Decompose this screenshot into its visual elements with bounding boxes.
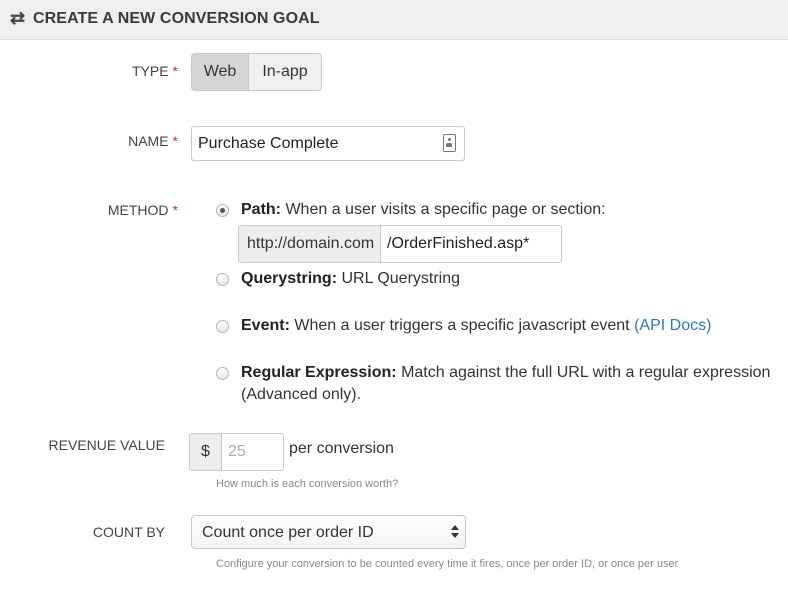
page-header: ⇄ CREATE A NEW CONVERSION GOAL [0,0,788,40]
name-input[interactable]: Purchase Complete [191,126,465,161]
count-by-help-text: Configure your conversion to be counted … [216,558,679,570]
name-input-value: Purchase Complete [198,135,339,152]
currency-addon: $ [189,433,222,471]
method-regex-description-line2: (Advanced only). [241,386,362,403]
swap-arrows-icon: ⇄ [10,8,26,28]
type-web-button[interactable]: Web [192,54,249,90]
revenue-input[interactable]: 25 [222,433,284,471]
type-label-text: TYPE [131,63,169,79]
type-label: TYPE * [132,63,178,79]
revenue-help-text: How much is each conversion worth? [216,478,399,490]
conversion-goal-form-page: ⇄ CREATE A NEW CONVERSION GOAL TYPE * Web… [0,0,788,594]
method-label: METHOD * [108,202,178,218]
count-by-selected-value: Count once per order ID [202,524,374,541]
revenue-input-group: $ 25 [189,433,284,471]
select-arrows-icon [451,523,459,541]
count-by-select[interactable]: Count once per order ID [191,515,466,549]
path-domain-addon: http://domain.com [238,225,381,263]
name-label-text: NAME [128,133,169,149]
method-label-text: METHOD [107,202,169,218]
count-by-label: COUNT BY [92,524,165,540]
api-docs-link[interactable]: (API Docs) [634,317,711,334]
method-regex-radio[interactable] [216,367,229,380]
method-regex-option: Regular Expression: Match against the fu… [241,362,770,384]
method-querystring-radio[interactable] [216,273,229,286]
revenue-label: REVENUE VALUE [48,437,165,453]
name-label: NAME * [128,133,178,149]
required-marker: * [172,63,178,79]
method-path-description: When a user visits a specific page or se… [285,201,606,218]
method-path-option: Path: When a user visits a specific page… [241,199,606,221]
method-event-description: When a user triggers a specific javascri… [294,317,630,334]
method-event-option: Event: When a user triggers a specific j… [241,315,711,337]
required-marker: * [172,202,178,218]
path-input-group: http://domain.com /OrderFinished.asp* [238,225,562,263]
page-title: CREATE A NEW CONVERSION GOAL [33,10,320,27]
required-marker: * [172,133,178,149]
method-querystring-option: Querystring: URL Querystring [241,268,460,290]
method-regex-title: Regular Expression: [241,364,397,381]
method-event-title: Event: [241,317,290,334]
contact-card-icon[interactable] [443,134,456,152]
method-querystring-title: Querystring: [241,270,338,287]
type-inapp-button[interactable]: In-app [249,54,321,90]
method-querystring-description: URL Querystring [341,270,461,287]
method-event-radio[interactable] [216,320,229,333]
type-toggle-group: Web In-app [191,53,322,91]
path-input[interactable]: /OrderFinished.asp* [381,225,562,263]
revenue-suffix: per conversion [289,440,394,457]
method-path-radio[interactable] [216,204,229,217]
method-path-title: Path: [241,201,281,218]
method-regex-description: Match against the full URL with a regula… [401,364,771,381]
